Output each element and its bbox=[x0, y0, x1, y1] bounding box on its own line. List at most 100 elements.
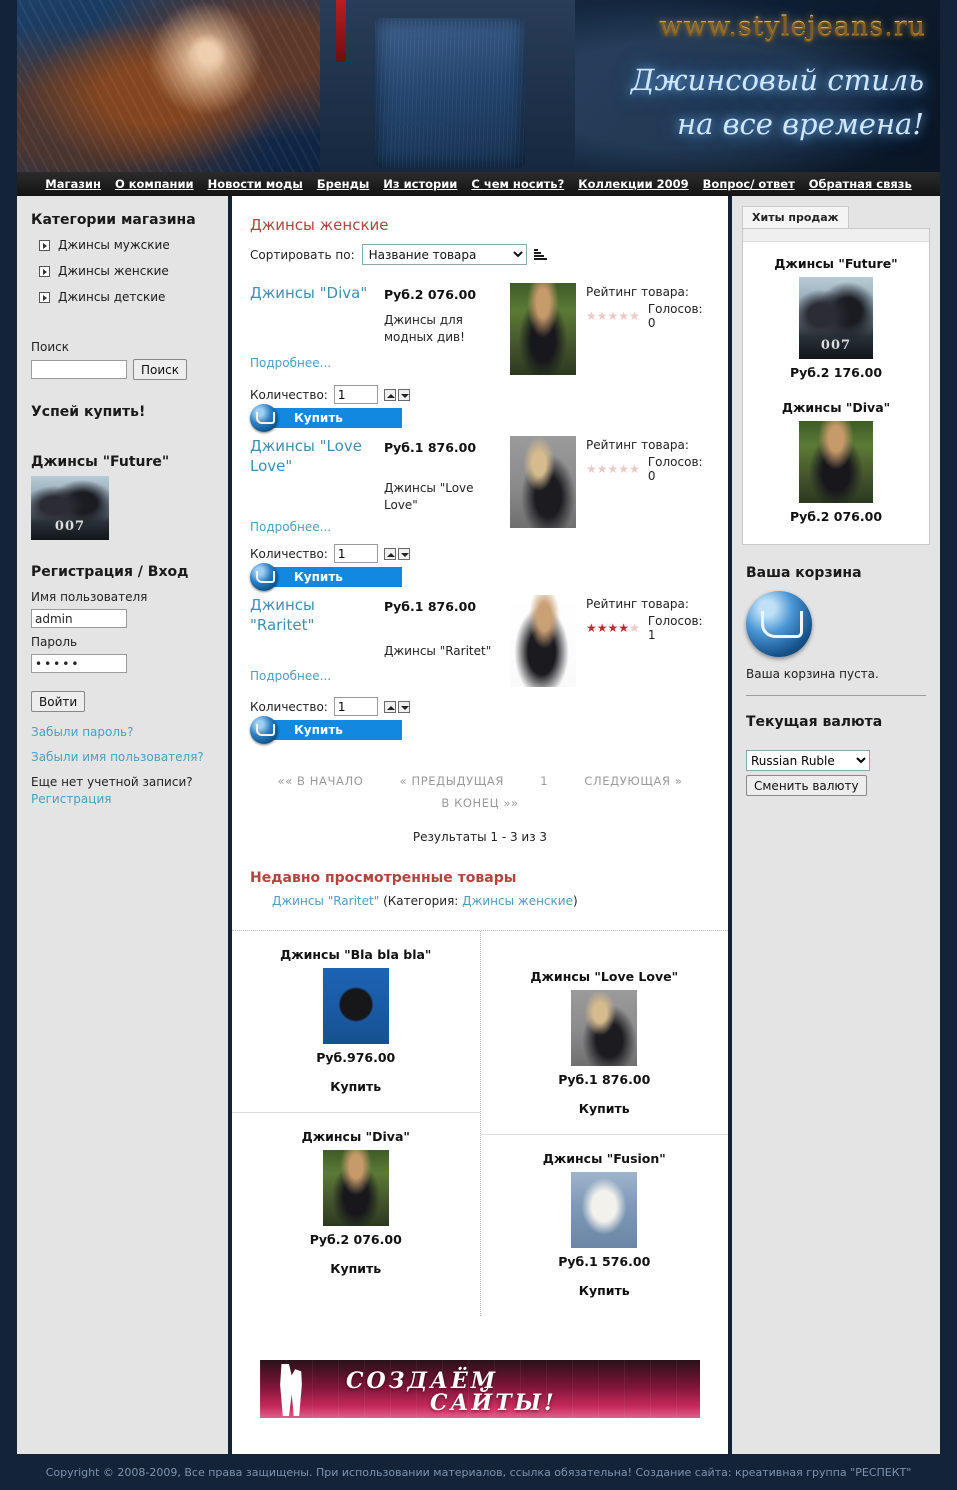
category-item-1[interactable]: Джинсы мужские bbox=[39, 238, 214, 252]
username-field[interactable] bbox=[31, 609, 127, 628]
cart-icon bbox=[250, 563, 278, 591]
category-item-3[interactable]: Джинсы детские bbox=[39, 290, 214, 304]
search-button[interactable]: Поиск bbox=[133, 359, 188, 380]
product-name-link[interactable]: Джинсы "Raritet" bbox=[250, 596, 315, 634]
pager-current-page: 1 bbox=[540, 774, 549, 788]
page-edge-right bbox=[940, 0, 957, 1454]
product-description: Джинсы "Raritet" bbox=[384, 643, 492, 658]
shopping-cart-icon[interactable] bbox=[746, 591, 812, 657]
sort-select[interactable]: Название товара bbox=[361, 244, 527, 265]
nav-item-4[interactable]: Бренды bbox=[310, 177, 376, 191]
rating-stars[interactable]: ★★★★★ bbox=[586, 310, 640, 322]
forgot-password-link[interactable]: Забыли пароль? bbox=[31, 725, 133, 739]
quantity-decrease-icon[interactable] bbox=[397, 700, 410, 713]
nav-item-6[interactable]: С чем носить? bbox=[464, 177, 571, 191]
product-name-link[interactable]: Джинсы "Diva" bbox=[250, 284, 367, 302]
featured-product-thumbnail[interactable] bbox=[571, 990, 638, 1066]
bestseller-thumbnail[interactable] bbox=[799, 421, 873, 503]
search-input[interactable] bbox=[31, 360, 127, 379]
rating-stars[interactable]: ★★★★★ bbox=[586, 463, 640, 475]
pager-next[interactable]: СЛЕДУЮЩАЯ » bbox=[584, 770, 682, 792]
add-to-cart-button[interactable]: Купить bbox=[250, 404, 402, 432]
product-item: Джинсы "Raritet" Руб.1 876.00 Рейтинг това… bbox=[250, 595, 710, 744]
quantity-label: Количество: bbox=[250, 546, 328, 561]
category-link[interactable]: Джинсы мужские bbox=[58, 238, 170, 252]
currency-select[interactable]: Russian Ruble bbox=[746, 750, 870, 771]
nav-item-8[interactable]: Вопрос/ ответ bbox=[696, 177, 802, 191]
password-field[interactable] bbox=[31, 654, 127, 673]
featured-buy-link[interactable]: Купить bbox=[242, 1079, 470, 1094]
cart-title: Ваша корзина bbox=[746, 565, 862, 581]
product-more-link[interactable]: Подробнее... bbox=[250, 669, 331, 683]
quantity-input[interactable] bbox=[333, 697, 378, 716]
quantity-increase-icon[interactable] bbox=[383, 388, 396, 401]
recent-category-link[interactable]: Джинсы женские bbox=[462, 894, 573, 908]
featured-buy-link[interactable]: Купить bbox=[491, 1101, 719, 1116]
rating-stars[interactable]: ★★★★★ bbox=[586, 622, 640, 634]
quantity-decrease-icon[interactable] bbox=[397, 388, 410, 401]
category-link[interactable]: Джинсы женские bbox=[58, 264, 169, 278]
change-currency-button[interactable]: Сменить валюту bbox=[746, 775, 867, 796]
quantity-decrease-icon[interactable] bbox=[397, 547, 410, 560]
main-content: Джинсы женские Сортировать по: Название … bbox=[232, 196, 728, 1458]
partner-banner[interactable]: СОЗДАЁМ САЙТЫ! bbox=[260, 1360, 700, 1418]
quantity-increase-icon[interactable] bbox=[383, 547, 396, 560]
recent-item-link[interactable]: Джинсы "Raritet" bbox=[272, 894, 379, 908]
bestseller-thumbnail[interactable] bbox=[799, 277, 873, 359]
tree-expand-icon[interactable] bbox=[39, 239, 50, 251]
nav-item-2[interactable]: О компании bbox=[108, 177, 201, 191]
category-link[interactable]: Джинсы детские bbox=[58, 290, 165, 304]
site-tagline: Джинсовый стиль на все времена! bbox=[575, 58, 924, 146]
promo-product-image[interactable] bbox=[31, 476, 109, 540]
pager-last[interactable]: В КОНЕЦ »» bbox=[441, 792, 518, 814]
featured-buy-link[interactable]: Купить bbox=[242, 1261, 470, 1276]
nav-item-7[interactable]: Коллекции 2009 bbox=[571, 177, 695, 191]
header-jeans-photo bbox=[320, 0, 575, 172]
cart-icon bbox=[250, 716, 278, 744]
product-thumbnail[interactable] bbox=[510, 283, 576, 375]
featured-buy-link[interactable]: Купить bbox=[491, 1283, 719, 1298]
product-description: Джинсы для модных див! bbox=[384, 312, 465, 344]
login-button[interactable]: Войти bbox=[31, 691, 86, 712]
site-url: www.stylejeans.ru bbox=[575, 11, 926, 42]
bestsellers-tab-header: Хиты продаж bbox=[742, 206, 930, 228]
quantity-increase-icon[interactable] bbox=[383, 700, 396, 713]
search-title: Поиск bbox=[31, 340, 70, 354]
main-navigation: Магазин О компании Новости моды Бренды Из ис… bbox=[17, 172, 940, 196]
quantity-input[interactable] bbox=[333, 544, 378, 563]
forgot-username-link[interactable]: Забыли имя пользователя? bbox=[31, 750, 204, 764]
add-to-cart-button[interactable]: Купить bbox=[250, 563, 402, 591]
recently-viewed-item: Джинсы "Raritet" (Категория: Джинсы женс… bbox=[272, 894, 710, 908]
sort-direction-icon[interactable] bbox=[533, 248, 548, 262]
featured-product-thumbnail[interactable] bbox=[322, 1150, 389, 1226]
featured-product-thumbnail[interactable] bbox=[322, 968, 389, 1044]
tree-expand-icon[interactable] bbox=[39, 265, 50, 277]
pagination: «« В НАЧАЛО « ПРЕДЫДУЩАЯ 1 СЛЕДУЮЩАЯ » В… bbox=[250, 770, 710, 814]
register-link[interactable]: Регистрация bbox=[31, 792, 111, 806]
nav-item-1[interactable]: Магазин bbox=[38, 177, 108, 191]
featured-product-thumbnail[interactable] bbox=[571, 1172, 638, 1248]
quantity-input[interactable] bbox=[333, 385, 378, 404]
tree-expand-icon[interactable] bbox=[39, 291, 50, 303]
featured-product: Джинсы "Bla bla bla" Руб.976.00 Купить bbox=[232, 931, 480, 1112]
product-name-link[interactable]: Джинсы "Love Love" bbox=[250, 437, 362, 475]
nav-item-9[interactable]: Обратная связь bbox=[802, 177, 919, 191]
banner-people-icon bbox=[280, 1364, 302, 1416]
product-price: Руб.1 876.00 bbox=[384, 440, 477, 455]
banner-text-2: САЙТЫ! bbox=[430, 1390, 557, 1416]
product-more-link[interactable]: Подробнее... bbox=[250, 356, 331, 370]
featured-product-price: Руб.1 876.00 bbox=[558, 1072, 651, 1087]
pager-first[interactable]: «« В НАЧАЛО bbox=[278, 770, 364, 792]
product-thumbnail[interactable] bbox=[510, 436, 576, 528]
nav-item-5[interactable]: Из истории bbox=[376, 177, 464, 191]
tab-bestsellers[interactable]: Хиты продаж bbox=[742, 206, 849, 228]
add-to-cart-button[interactable]: Купить bbox=[250, 716, 402, 744]
pager-prev[interactable]: « ПРЕДЫДУЩАЯ bbox=[400, 770, 504, 792]
featured-product: Джинсы "Love Love" Руб.1 876.00 Купить bbox=[481, 953, 729, 1134]
cart-empty-message: Ваша корзина пуста. bbox=[746, 667, 879, 681]
product-thumbnail[interactable] bbox=[510, 595, 576, 687]
product-more-link[interactable]: Подробнее... bbox=[250, 520, 331, 534]
category-item-2[interactable]: Джинсы женские bbox=[39, 264, 214, 278]
nav-item-3[interactable]: Новости моды bbox=[201, 177, 310, 191]
page-root: www.stylejeans.ru Джинсовый стиль на все… bbox=[0, 0, 957, 1490]
